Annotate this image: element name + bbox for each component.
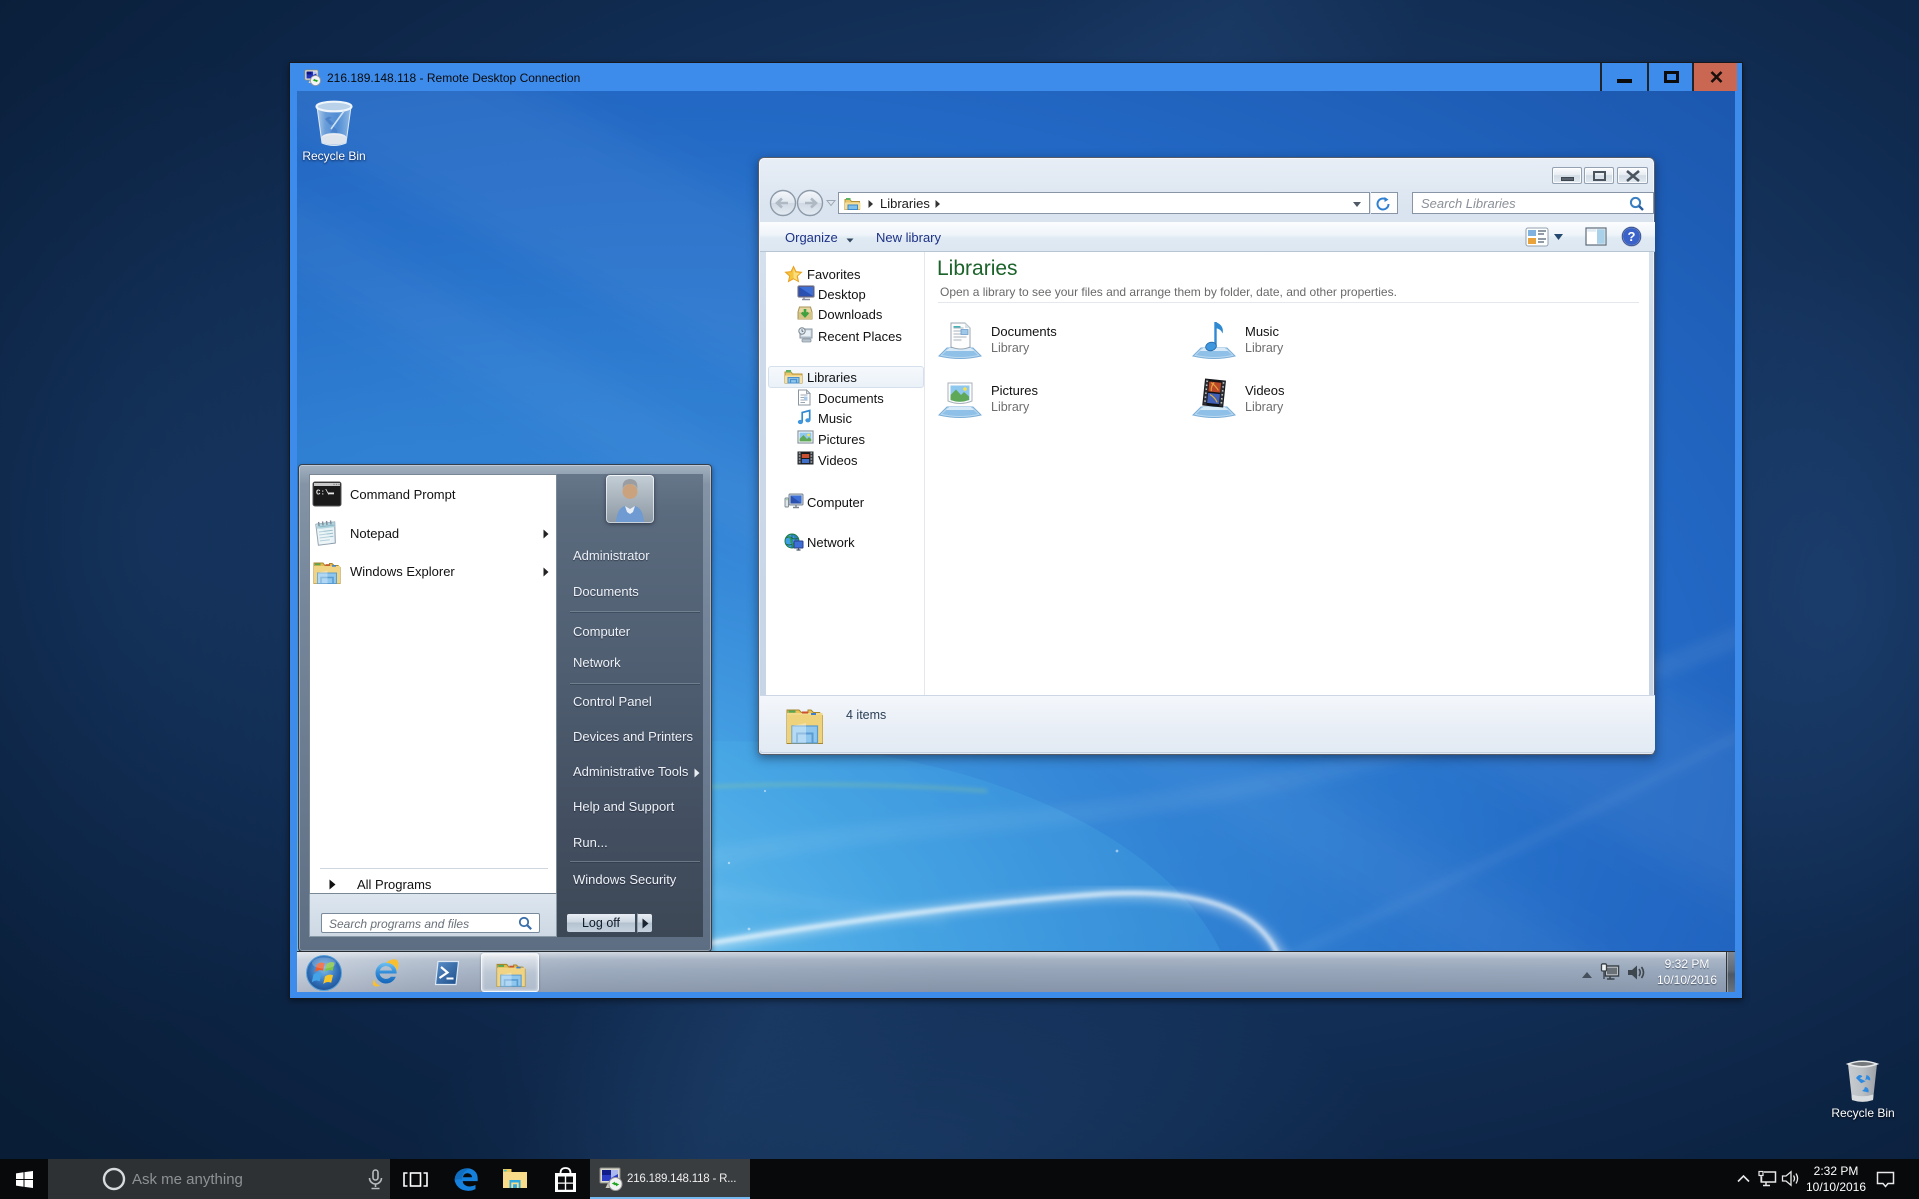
svg-text:?: ?: [1628, 229, 1636, 244]
svg-text:C:\: C:\: [316, 490, 330, 498]
